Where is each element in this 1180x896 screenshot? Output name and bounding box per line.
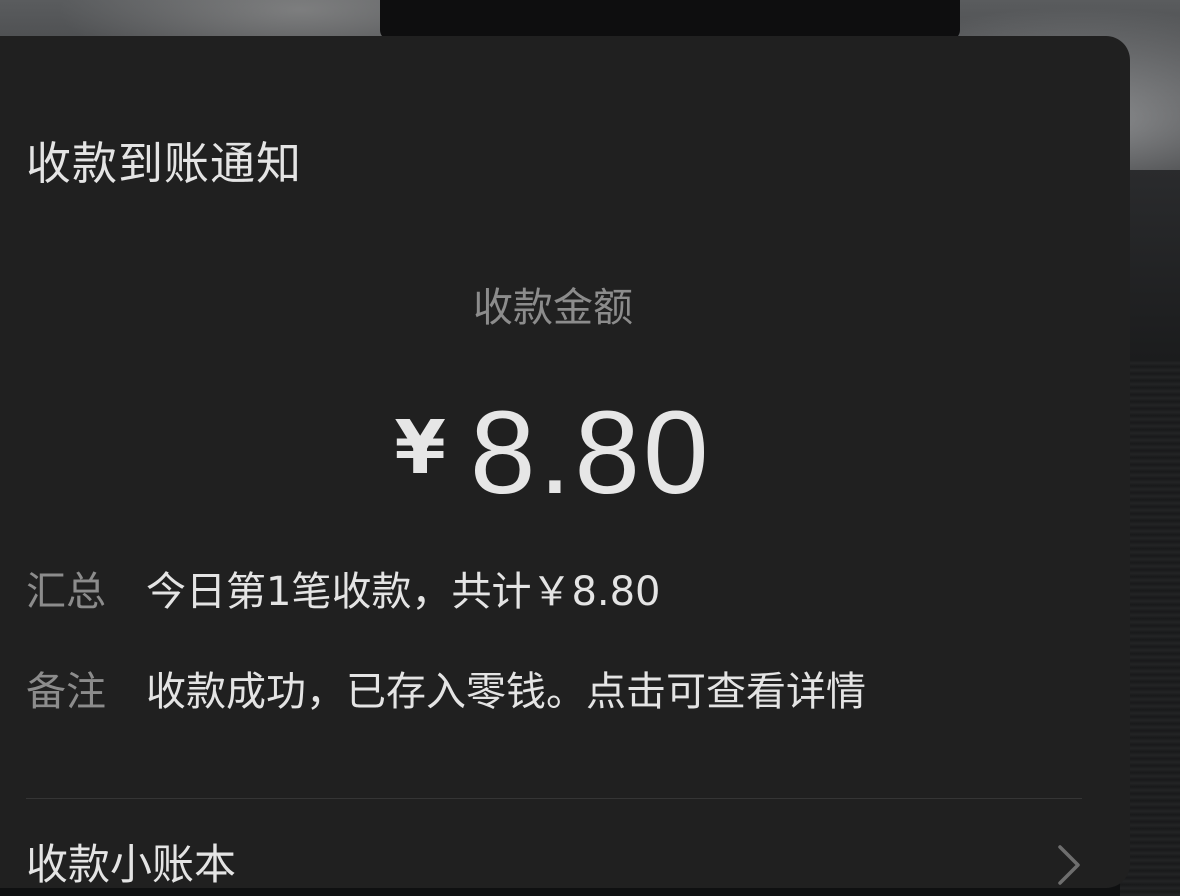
ledger-link[interactable]: 收款小账本	[0, 799, 1130, 896]
chevron-right-icon	[1058, 845, 1080, 885]
ledger-link-label: 收款小账本	[26, 840, 237, 889]
payment-notification-card[interactable]: 收款到账通知 收款金额 ¥8.80 汇总 今日第1笔收款，共计￥8.80 备注 收款…	[0, 36, 1130, 889]
currency-symbol: ¥	[394, 405, 446, 491]
note-value: 收款成功，已存入零钱。点击可查看详情	[146, 669, 866, 715]
amount-label: 收款金额	[473, 285, 633, 331]
notification-title: 收款到账通知	[26, 137, 303, 190]
amount-display: ¥8.80	[0, 388, 1106, 518]
background-silhouette	[380, 0, 960, 40]
summary-label: 汇总	[26, 569, 106, 615]
summary-row: 汇总 今日第1笔收款，共计￥8.80	[26, 564, 661, 620]
note-row: 备注 收款成功，已存入零钱。点击可查看详情	[26, 664, 866, 720]
summary-value: 今日第1笔收款，共计￥8.80	[146, 569, 661, 615]
amount-value: 8.80	[469, 387, 712, 519]
note-label: 备注	[26, 669, 106, 715]
